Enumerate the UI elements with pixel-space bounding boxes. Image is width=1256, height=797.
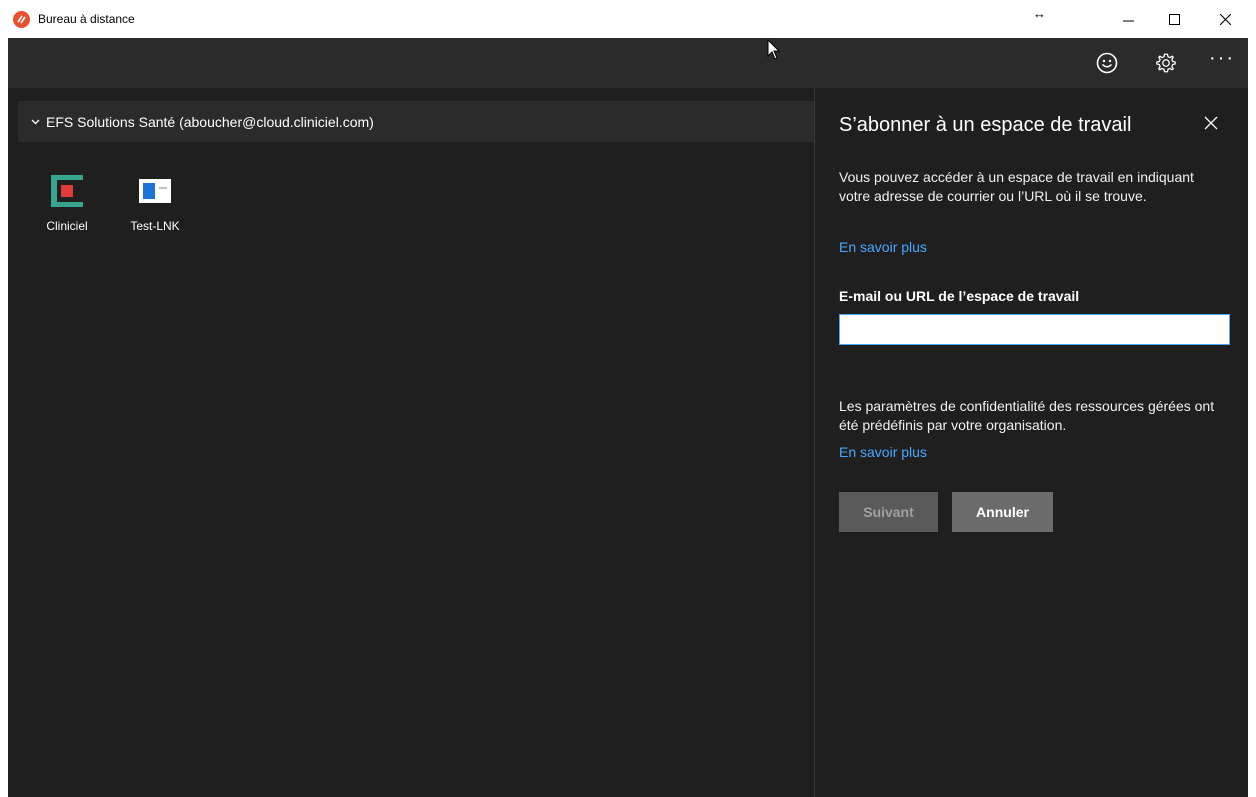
app-area: ··· EFS Solutions Santé (aboucher@cloud.… xyxy=(8,38,1248,797)
subscribe-workspace-panel: S’abonner à un espace de travail Vous po… xyxy=(814,88,1248,797)
workspace-url-input[interactable] xyxy=(839,314,1230,345)
panel-title: S’abonner à un espace de travail xyxy=(839,114,1132,136)
remote-desktop-logo-icon xyxy=(13,11,30,28)
next-button[interactable]: Suivant xyxy=(839,492,938,532)
smiley-icon[interactable] xyxy=(1093,49,1121,77)
chevron-down-icon xyxy=(18,119,46,125)
close-icon[interactable] xyxy=(1204,116,1224,136)
resize-arrows-icon[interactable]: ↔ xyxy=(1033,6,1046,21)
minimize-button[interactable] xyxy=(1105,0,1151,38)
window-title: Bureau à distance xyxy=(38,12,135,26)
top-toolbar: ··· xyxy=(8,38,1248,88)
learn-more-privacy-link[interactable]: En savoir plus xyxy=(839,444,927,460)
privacy-notice: Les paramètres de confidentialité des re… xyxy=(839,398,1215,433)
cliniciel-app-icon xyxy=(51,175,83,207)
gear-icon[interactable] xyxy=(1152,49,1180,77)
app-tile-cliniciel[interactable]: Cliniciel xyxy=(37,175,97,245)
title-bar: Bureau à distance ↔ xyxy=(0,0,1256,38)
cancel-button[interactable]: Annuler xyxy=(952,492,1053,532)
app-tile-label: Test-LNK xyxy=(130,219,180,233)
workspace-group-title: EFS Solutions Santé (aboucher@cloud.clin… xyxy=(46,113,374,130)
learn-more-link[interactable]: En savoir plus xyxy=(839,239,927,255)
more-icon[interactable]: ··· xyxy=(1208,44,1236,72)
maximize-button[interactable] xyxy=(1151,0,1197,38)
window-close-button[interactable] xyxy=(1202,0,1248,38)
workspace-group-header[interactable]: EFS Solutions Santé (aboucher@cloud.clin… xyxy=(18,101,815,142)
mouse-cursor-icon xyxy=(767,38,781,66)
app-tile-test-lnk[interactable]: Test-LNK xyxy=(125,175,185,245)
window-app-icon xyxy=(139,175,171,207)
workspace-field-label: E-mail ou URL de l’espace de travail xyxy=(839,288,1080,304)
panel-description: Vous pouvez accéder à un espace de trava… xyxy=(839,169,1194,204)
app-tile-label: Cliniciel xyxy=(46,219,88,233)
